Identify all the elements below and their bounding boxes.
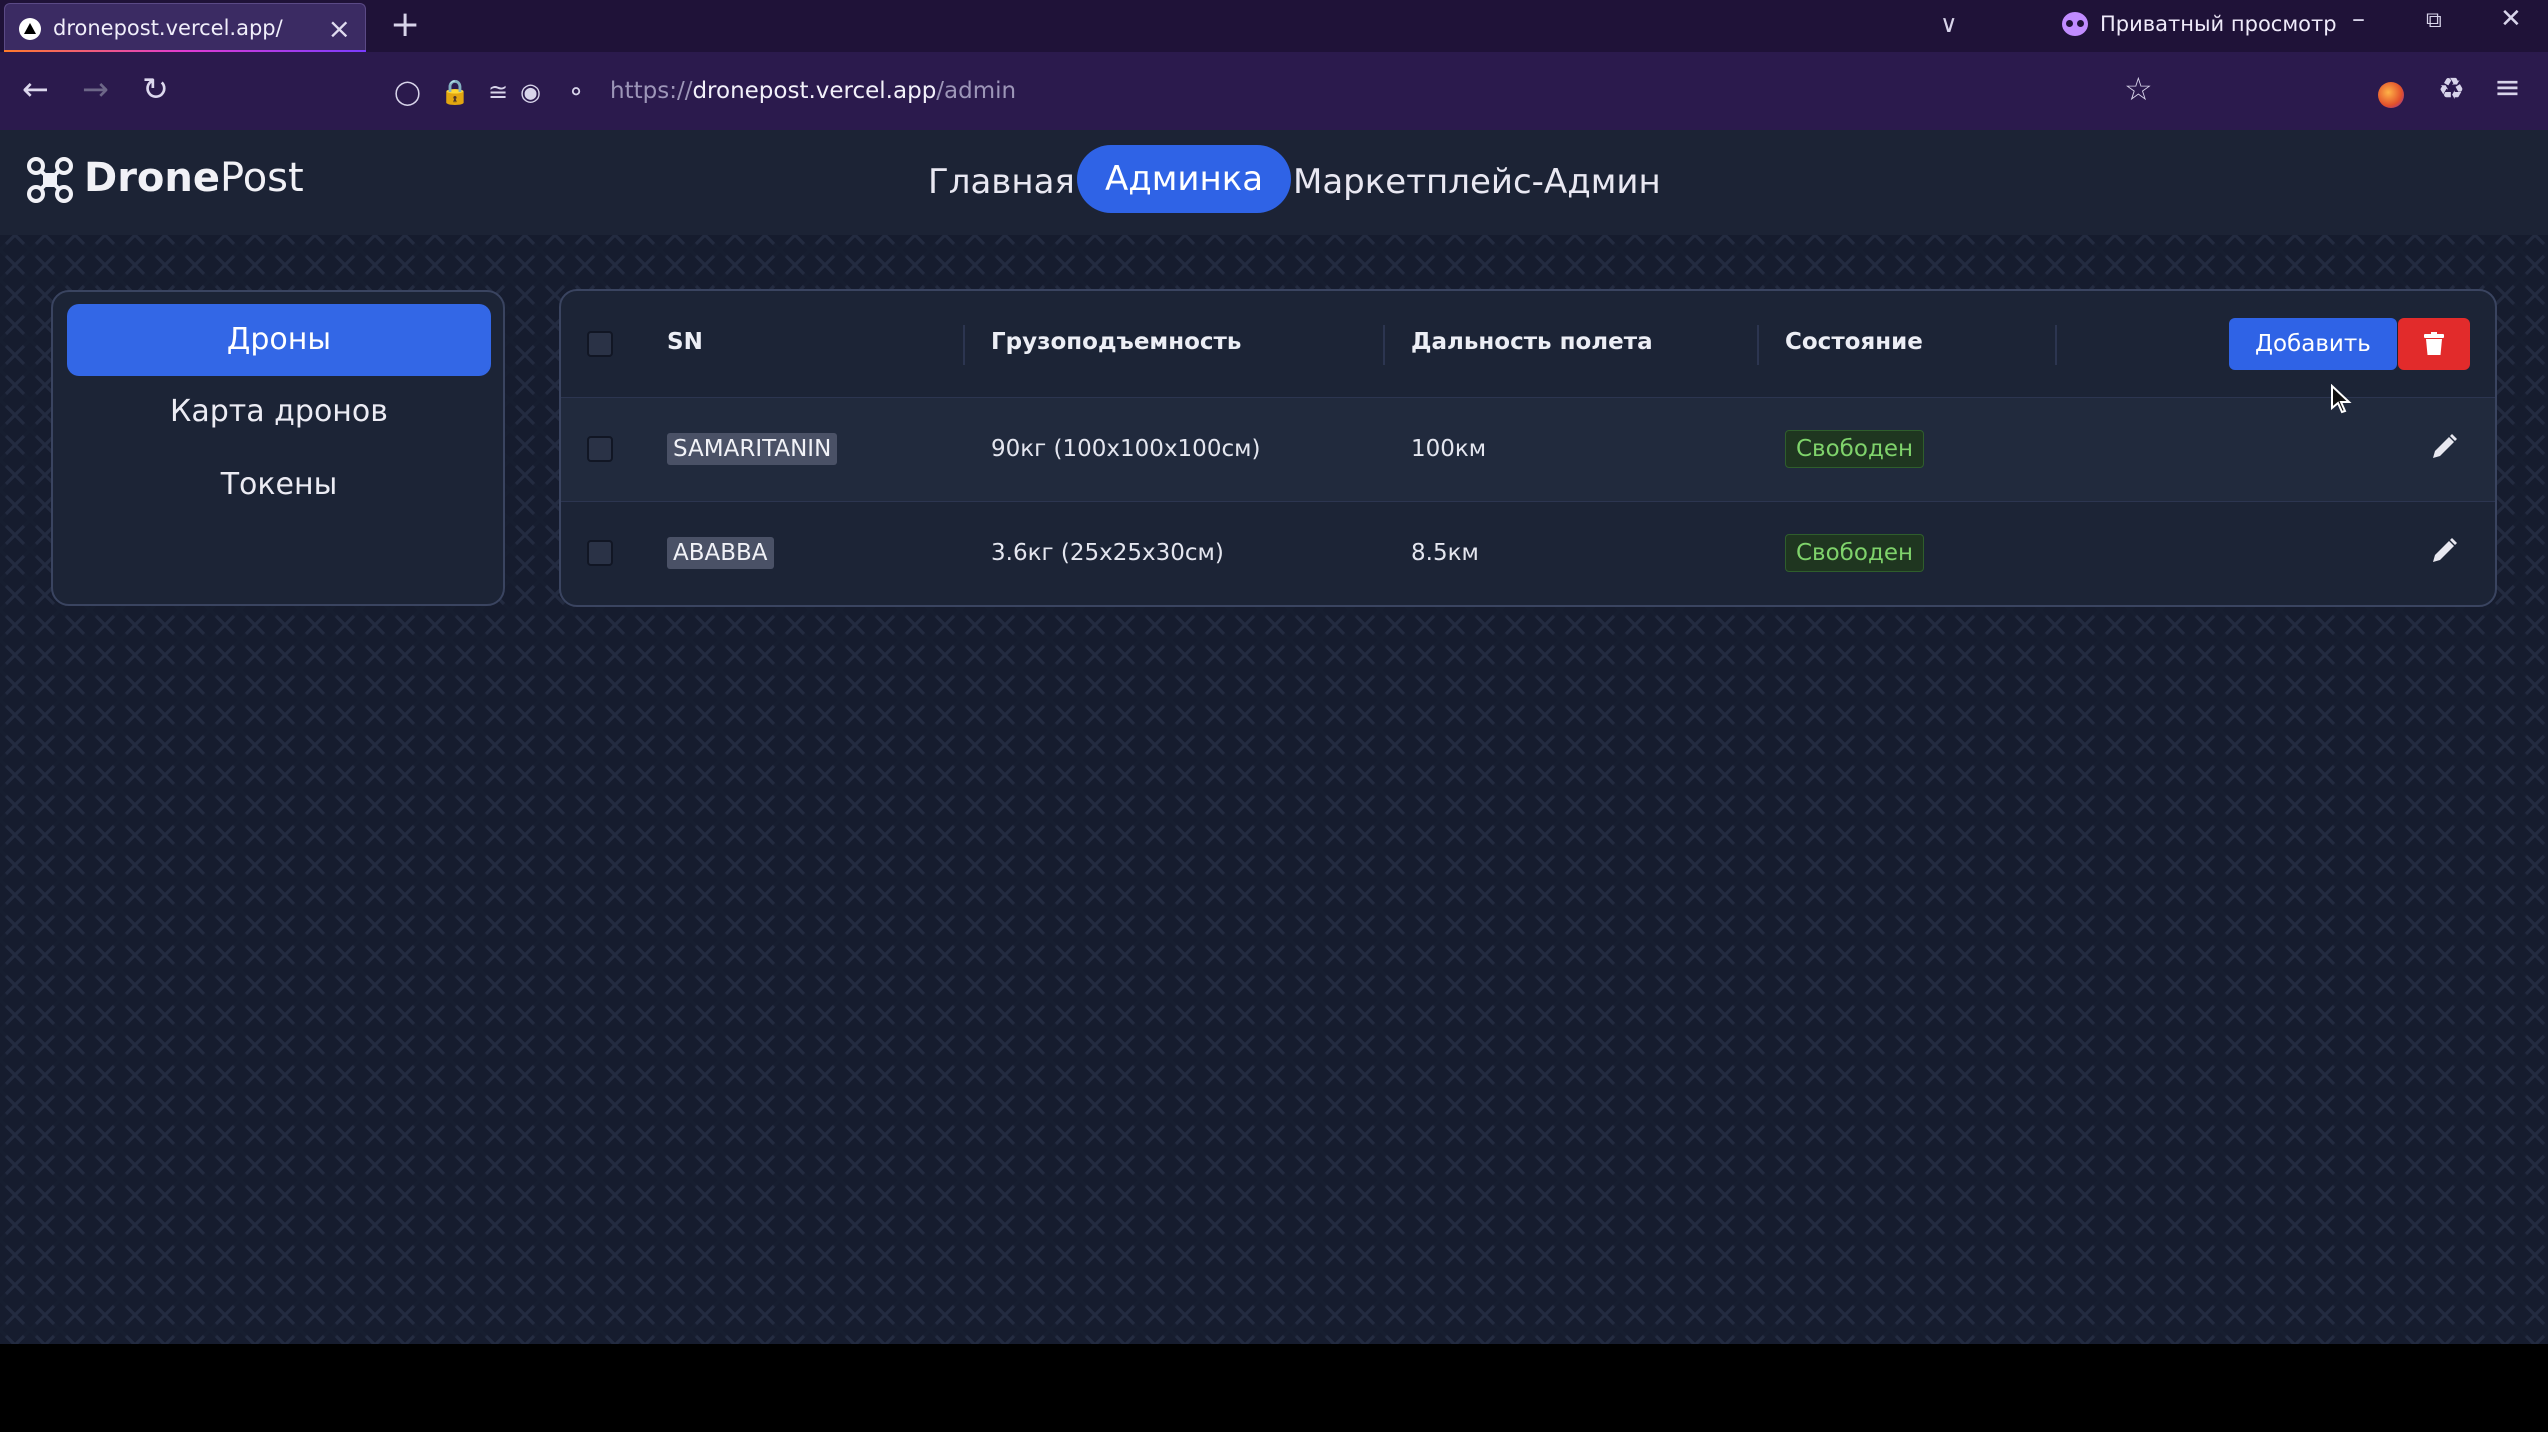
column-header-capacity[interactable]: Грузоподъемность [991,329,1241,355]
permissions-icon[interactable]: ≅ [488,78,508,106]
chevron-down-icon[interactable]: ∨ [1940,10,1958,38]
private-browsing-label: Приватный просмотр [2100,12,2337,36]
private-browsing-icon [2062,12,2088,36]
column-header-status[interactable]: Состояние [1785,329,1923,355]
column-divider [2055,325,2057,365]
lock-icon[interactable]: 🔒 [440,78,470,106]
nav-link-marketplace-admin[interactable]: Маркетплейс-Админ [1293,162,1661,202]
url-text[interactable]: https://dronepost.vercel.app/admin [610,78,1016,104]
nav-link-admin[interactable]: Админка [1077,145,1292,213]
bookmark-star-icon[interactable]: ☆ [2124,70,2153,108]
tab-close-icon[interactable]: × [328,12,351,45]
tab-title: dronepost.vercel.app/ [53,16,283,40]
drone-capacity: 3.6кг (25x25x30см) [991,540,1224,566]
column-divider [1383,325,1385,365]
minimize-icon[interactable]: – [2352,4,2365,34]
location-icon[interactable]: ◉ [520,78,541,106]
address-bar[interactable]: ◯ 🔒 ≅ ◉ ⚬ https://dronepost.vercel.app/a… [380,64,2180,116]
table-header: SN Грузоподъемность Дальность полета Сос… [561,291,2495,397]
row-checkbox[interactable] [587,540,613,566]
delete-selected-button[interactable] [2398,318,2470,370]
add-drone-button[interactable]: Добавить [2229,318,2397,370]
drone-serial-number: ABABBA [667,537,774,569]
drone-logo-icon [27,157,73,203]
extensions-puzzle-icon[interactable]: ♻ [2438,72,2465,107]
browser-tab-bar: dronepost.vercel.app/ × + ∨ Приватный пр… [0,0,2548,54]
edit-pencil-icon[interactable] [2429,432,2459,462]
edit-pencil-icon[interactable] [2429,536,2459,566]
drone-range: 100км [1411,436,1487,462]
new-tab-button[interactable]: + [390,4,420,45]
browser-tab[interactable]: dronepost.vercel.app/ × [4,3,366,53]
status-badge: Свободен [1785,534,1925,572]
key-icon[interactable]: ⚬ [566,78,586,106]
status-badge: Свободен [1785,430,1925,468]
column-header-range[interactable]: Дальность полета [1411,329,1653,355]
drones-table: SN Грузоподъемность Дальность полета Сос… [559,289,2497,607]
hamburger-menu-icon[interactable]: ≡ [2494,68,2521,106]
restore-icon[interactable]: ⧉ [2426,8,2442,33]
column-header-sn[interactable]: SN [667,329,703,355]
admin-sidebar: Дроны Карта дронов Токены [51,290,505,606]
nav-link-home[interactable]: Главная [928,162,1075,202]
sidebar-item-tokens[interactable]: Токены [67,449,491,521]
forward-arrow-icon[interactable]: → [82,70,109,108]
table-row[interactable]: ABABBA 3.6кг (25x25x30см) 8.5км Свободен [561,501,2495,605]
drone-serial-number: SAMARITANIN [667,433,838,465]
sidebar-item-drone-map[interactable]: Карта дронов [67,376,491,448]
window-close-icon[interactable]: ✕ [2500,4,2522,34]
row-checkbox[interactable] [587,436,613,462]
mouse-cursor-icon [2331,384,2352,414]
back-arrow-icon[interactable]: ← [22,70,49,108]
table-row[interactable]: SAMARITANIN 90кг (100x100x100см) 100км С… [561,397,2495,501]
screen-bottom-bar [0,1344,2548,1432]
vercel-favicon-icon [19,18,41,40]
drone-range: 8.5км [1411,540,1479,566]
reload-icon[interactable]: ↻ [142,70,169,108]
browser-navigation-bar: ← → ↻ ◯ 🔒 ≅ ◉ ⚬ https://dronepost.vercel… [0,52,2548,130]
select-all-checkbox[interactable] [587,331,613,357]
sidebar-item-drones[interactable]: Дроны [67,304,491,376]
extension-fox-icon[interactable] [2378,82,2404,108]
shield-icon[interactable]: ◯ [394,78,421,106]
column-divider [1757,325,1759,365]
column-divider [963,325,965,365]
drone-capacity: 90кг (100x100x100см) [991,436,1261,462]
trash-icon [2424,332,2444,355]
brand-logo[interactable]: DronePost [84,155,304,201]
